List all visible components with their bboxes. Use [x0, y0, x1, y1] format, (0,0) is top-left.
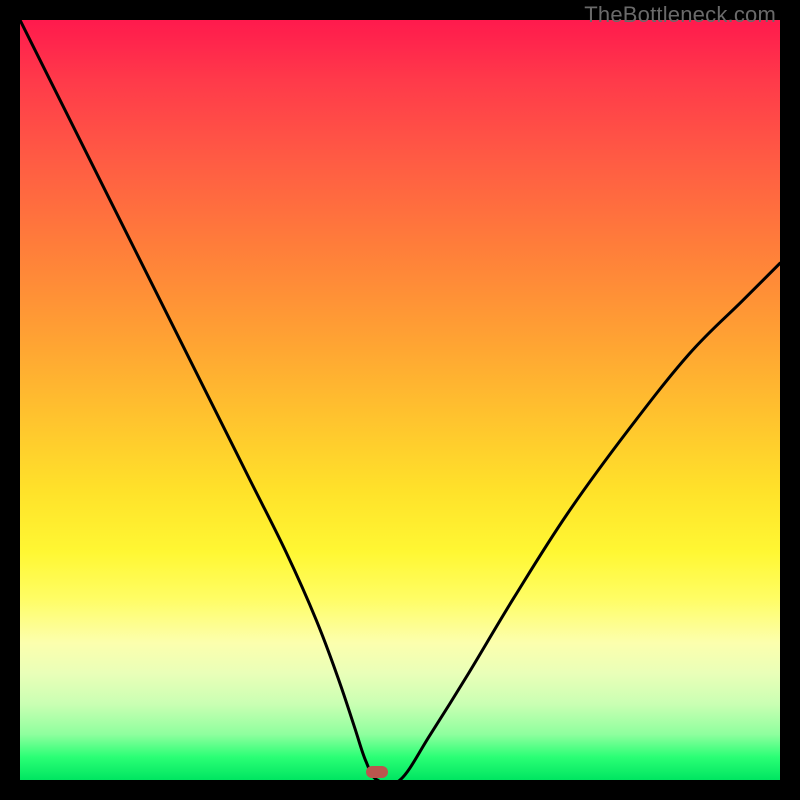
bottleneck-curve-path — [20, 20, 780, 780]
optimal-point-marker — [366, 766, 388, 778]
watermark-text: TheBottleneck.com — [584, 2, 776, 28]
chart-svg — [20, 20, 780, 780]
chart-frame — [20, 20, 780, 780]
